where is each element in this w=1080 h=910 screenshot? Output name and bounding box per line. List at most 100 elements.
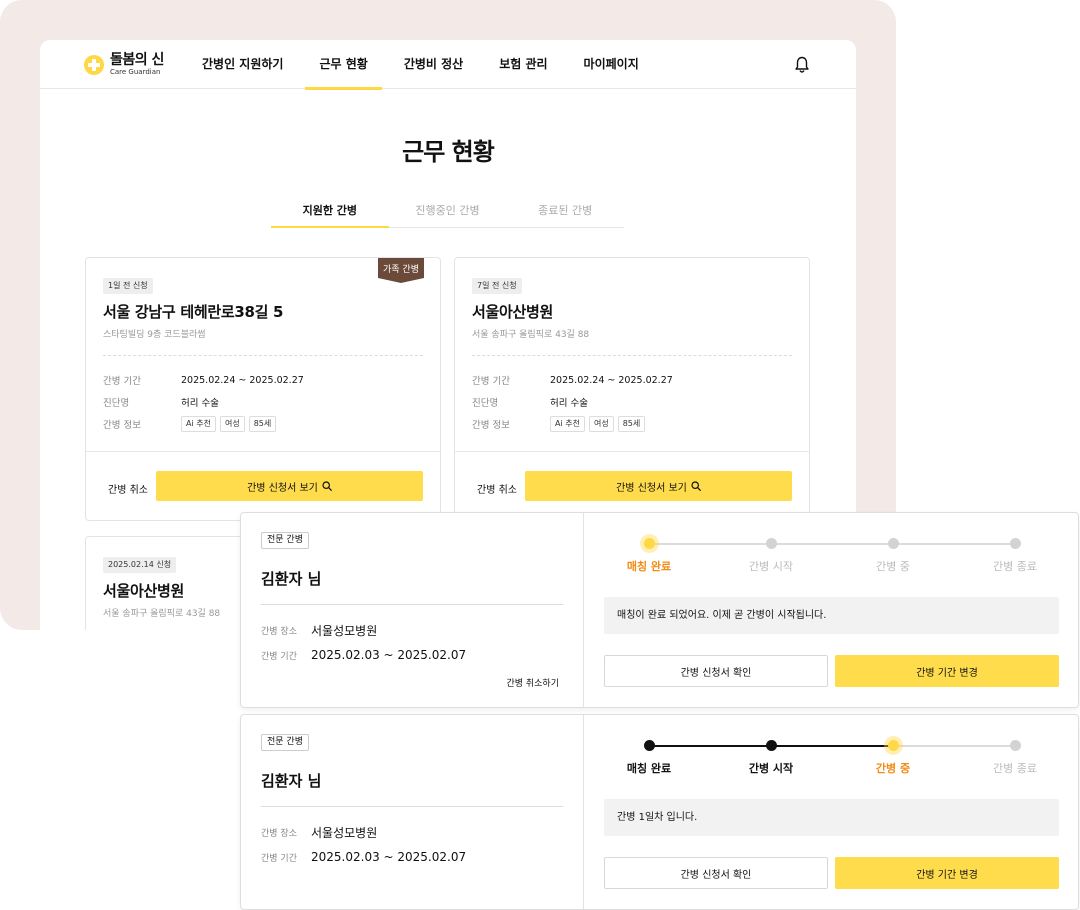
care-status-panel: 전문 간병 김환자 님 간병 장소 서울성모병원 간병 기간 2025.02.0… bbox=[240, 714, 1079, 910]
period-label: 간병 기간 bbox=[261, 853, 297, 864]
status-tabs: 지원한 간병 진행중인 간병 종료된 간병 bbox=[271, 200, 624, 228]
application-card: 7일 전 신청 서울아산병원 서울 송파구 올림픽로 43길 88 간병 기간 … bbox=[454, 257, 810, 521]
card-subtitle: 서울 송파구 올림픽로 43길 88 bbox=[472, 330, 590, 340]
change-period-button[interactable]: 간병 기간 변경 bbox=[835, 655, 1059, 687]
search-icon bbox=[691, 481, 701, 491]
card-footer: 간병 취소 간병 신청서 보기 bbox=[86, 451, 440, 520]
stepper-track bbox=[771, 745, 893, 747]
place-row: 간병 장소 서울성모병원 bbox=[261, 824, 377, 841]
place-label: 간병 장소 bbox=[261, 627, 297, 637]
application-card: 1일 전 신청 가족 간병 서울 강남구 테헤란로38길 5 스타팅빌딩 9층 … bbox=[85, 257, 441, 521]
period-value: 2025.02.24 ~ 2025.02.27 bbox=[550, 374, 673, 386]
diagnosis-value: 허리 수술 bbox=[550, 398, 588, 409]
card-subtitle: 서울 송파구 올림픽로 43길 88 bbox=[103, 609, 221, 619]
diagnosis-label: 진단명 bbox=[472, 398, 499, 409]
stepper-track bbox=[649, 745, 771, 747]
stepper-track bbox=[771, 543, 893, 545]
cancel-care-link[interactable]: 간병 취소하기 bbox=[506, 676, 559, 689]
nav-item-work-status[interactable]: 근무 현황 bbox=[305, 40, 383, 90]
stepper-track bbox=[893, 543, 1015, 545]
view-application-button[interactable]: 간병 신청서 보기 bbox=[525, 471, 792, 501]
nav-item-apply[interactable]: 간병인 지원하기 bbox=[188, 40, 297, 89]
change-period-button[interactable]: 간병 기간 변경 bbox=[835, 857, 1059, 889]
step-start-dot bbox=[766, 538, 777, 549]
patient-name: 김환자 님 bbox=[261, 570, 322, 588]
card-footer: 간병 취소 간병 신청서 보기 bbox=[455, 451, 809, 520]
stepper-track bbox=[649, 543, 771, 545]
tag-age: 85세 bbox=[248, 416, 277, 432]
patient-info: 전문 간병 김환자 님 간병 장소 서울성모병원 간병 기간 2025.02.0… bbox=[241, 715, 584, 909]
ribbon-label: 가족 간병 bbox=[383, 265, 419, 275]
logo-subtitle: Care Guardian bbox=[110, 68, 161, 76]
care-status-panel: 전문 간병 김환자 님 간병 장소 서울성모병원 간병 기간 2025.02.0… bbox=[240, 512, 1079, 708]
logo[interactable]: 돌봄의 신 Care Guardian bbox=[84, 53, 164, 76]
step-start-label: 간병 시작 bbox=[748, 762, 794, 775]
family-care-ribbon: 가족 간병 bbox=[378, 258, 424, 283]
period-label: 간병 기간 bbox=[472, 376, 510, 387]
tab-completed[interactable]: 종료된 간병 bbox=[506, 200, 624, 227]
divider bbox=[103, 355, 423, 356]
applied-badge: 7일 전 신청 bbox=[472, 278, 522, 294]
period-value: 2025.02.03 ~ 2025.02.07 bbox=[311, 850, 467, 864]
divider bbox=[261, 604, 563, 605]
place-value: 서울성모병원 bbox=[311, 624, 378, 638]
place-row: 간병 장소 서울성모병원 bbox=[261, 622, 377, 639]
step-end-label: 간병 종료 bbox=[993, 560, 1037, 573]
step-ongoing-dot bbox=[888, 538, 899, 549]
bell-icon[interactable] bbox=[794, 56, 810, 74]
stepper-track bbox=[893, 745, 1015, 747]
step-end-dot bbox=[1010, 538, 1021, 549]
period-value: 2025.02.24 ~ 2025.02.27 bbox=[181, 374, 304, 386]
cancel-care-link[interactable]: 간병 취소 bbox=[108, 481, 148, 496]
tag-ai: Ai 추천 bbox=[181, 416, 216, 432]
card-subtitle: 스타팅빌딩 9층 코드블라썸 bbox=[103, 330, 206, 340]
step-matching-label: 매칭 완료 bbox=[626, 560, 672, 573]
diagnosis-row: 진단명 허리 수술 bbox=[472, 395, 588, 409]
check-application-button[interactable]: 간병 신청서 확인 bbox=[604, 655, 828, 687]
period-row: 간병 기간 2025.02.24 ~ 2025.02.27 bbox=[103, 373, 304, 388]
logo-name: 돌봄의 신 bbox=[110, 52, 164, 68]
step-matching-dot bbox=[644, 740, 655, 751]
cancel-care-link[interactable]: 간병 취소 bbox=[477, 481, 517, 496]
change-period-label: 간병 기간 변경 bbox=[916, 869, 978, 881]
step-ongoing-label: 간병 중 bbox=[876, 560, 910, 573]
check-application-label: 간병 신청서 확인 bbox=[680, 667, 752, 679]
top-nav: 돌봄의 신 Care Guardian 간병인 지원하기 근무 현황 간병비 정… bbox=[40, 40, 856, 90]
tab-in-progress[interactable]: 진행중인 간병 bbox=[389, 200, 507, 227]
place-label: 간병 장소 bbox=[261, 829, 297, 839]
nav-item-settlement[interactable]: 간병비 정산 bbox=[390, 40, 477, 89]
period-row: 간병 기간 2025.02.03 ~ 2025.02.07 bbox=[261, 648, 466, 662]
change-period-label: 간병 기간 변경 bbox=[916, 667, 978, 679]
card-title: 서울아산병원 bbox=[472, 303, 554, 321]
period-label: 간병 기간 bbox=[103, 376, 141, 387]
tag-ai: Ai 추천 bbox=[550, 416, 585, 432]
status-message: 간병 1일차 입니다. bbox=[604, 799, 1059, 836]
tab-applied[interactable]: 지원한 간병 bbox=[271, 200, 389, 228]
page-title: 근무 현황 bbox=[402, 138, 495, 166]
care-type-chip: 전문 간병 bbox=[261, 532, 309, 549]
check-application-label: 간병 신청서 확인 bbox=[680, 869, 752, 881]
step-end-dot bbox=[1010, 740, 1021, 751]
info-label: 간병 정보 bbox=[103, 420, 141, 431]
step-start-label: 간병 시작 bbox=[749, 560, 793, 573]
status-message: 매칭이 완료 되었어요. 이제 곧 간병이 시작됩니다. bbox=[604, 597, 1059, 634]
step-ongoing-dot bbox=[888, 740, 899, 751]
period-value: 2025.02.03 ~ 2025.02.07 bbox=[311, 648, 467, 662]
step-matching-label: 매칭 완료 bbox=[626, 762, 672, 775]
progress-stepper: 매칭 완료 간병 시작 간병 중 간병 종료 bbox=[605, 739, 1055, 789]
tag-gender: 여성 bbox=[219, 416, 245, 432]
patient-name: 김환자 님 bbox=[261, 772, 322, 790]
care-type-chip: 전문 간병 bbox=[261, 734, 309, 751]
period-row: 간병 기간 2025.02.24 ~ 2025.02.27 bbox=[472, 373, 673, 388]
card-title: 서울 강남구 테헤란로38길 5 bbox=[103, 303, 284, 321]
info-label: 간병 정보 bbox=[472, 420, 510, 431]
divider bbox=[261, 806, 563, 807]
view-application-button[interactable]: 간병 신청서 보기 bbox=[156, 471, 423, 501]
divider bbox=[472, 355, 792, 356]
check-application-button[interactable]: 간병 신청서 확인 bbox=[604, 857, 828, 889]
period-label: 간병 기간 bbox=[261, 651, 297, 662]
card-title: 서울아산병원 bbox=[103, 582, 185, 600]
nav-item-insurance[interactable]: 보험 관리 bbox=[485, 40, 561, 89]
nav-item-mypage[interactable]: 마이페이지 bbox=[570, 40, 653, 89]
diagnosis-row: 진단명 허리 수술 bbox=[103, 395, 219, 409]
